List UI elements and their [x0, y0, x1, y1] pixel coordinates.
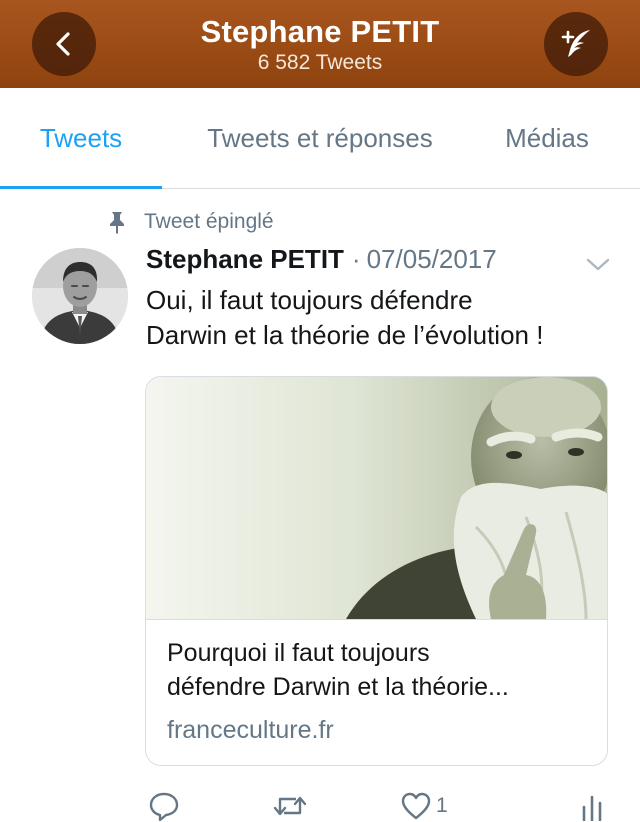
like-count: 1 — [436, 794, 448, 817]
active-tab-indicator — [0, 186, 162, 189]
like-button[interactable]: 1 — [400, 790, 448, 822]
reply-button[interactable] — [148, 790, 180, 822]
author-name[interactable]: Stephane PETIT — [146, 244, 344, 275]
card-title: Pourquoi il faut toujours défendre Darwi… — [167, 636, 587, 704]
card-title-line-2: défendre Darwin et la théorie... — [167, 673, 509, 701]
tweet-actions: 1 — [0, 786, 640, 821]
link-preview-card[interactable]: Pourquoi il faut toujours défendre Darwi… — [145, 376, 608, 766]
tab-media[interactable]: Médias — [478, 88, 616, 188]
tweet-count: 6 582 Tweets — [257, 51, 383, 74]
tab-tweets-and-replies-label: Tweets et réponses — [207, 122, 433, 153]
retweet-button[interactable] — [272, 790, 308, 822]
tab-tweets[interactable]: Tweets — [0, 88, 162, 188]
profile-header: Stephane PETIT 6 582 Tweets — [0, 0, 640, 88]
retweet-icon — [273, 796, 307, 816]
tab-tweets-label: Tweets — [39, 122, 123, 153]
tweet-date[interactable]: 07/05/2017 — [367, 244, 497, 275]
tweet-text: Oui, il faut toujours défendre Darwin et… — [146, 283, 626, 353]
tweet-header: Stephane PETIT · 07/05/2017 — [146, 244, 497, 280]
reply-icon — [149, 792, 179, 821]
analytics-button[interactable] — [580, 790, 604, 822]
separator-dot: · — [351, 244, 361, 274]
heart-icon — [401, 792, 431, 820]
card-image — [146, 377, 607, 619]
tweet-options-button[interactable] — [584, 252, 612, 276]
tab-tweets-and-replies[interactable]: Tweets et réponses — [172, 88, 468, 188]
profile-tabs: Tweets Tweets et réponses Médias — [0, 88, 640, 189]
pin-icon — [110, 212, 124, 234]
tweet-text-line-2: Darwin et la théorie de l’évolution ! — [146, 320, 544, 350]
card-domain: franceculture.fr — [167, 716, 334, 744]
avatar[interactable] — [32, 248, 128, 344]
card-title-line-1: Pourquoi il faut toujours — [167, 639, 430, 667]
pinned-label: Tweet épinglé — [144, 210, 274, 233]
avatar-photo — [32, 248, 128, 344]
profile-name: Stephane PETIT — [200, 14, 440, 49]
tweet-text-line-1: Oui, il faut toujours défendre — [146, 285, 473, 315]
back-button[interactable] — [32, 12, 96, 76]
tab-media-label: Médias — [505, 122, 589, 153]
card-portrait-image — [146, 377, 607, 619]
card-body: Pourquoi il faut toujours défendre Darwi… — [146, 619, 607, 765]
chevron-down-icon — [586, 258, 610, 271]
compose-tweet-icon — [561, 30, 590, 57]
pinned-indicator: Tweet épinglé — [104, 206, 274, 238]
analytics-icon — [582, 795, 602, 821]
chevron-left-icon — [56, 32, 70, 56]
compose-tweet-button[interactable] — [544, 12, 608, 76]
